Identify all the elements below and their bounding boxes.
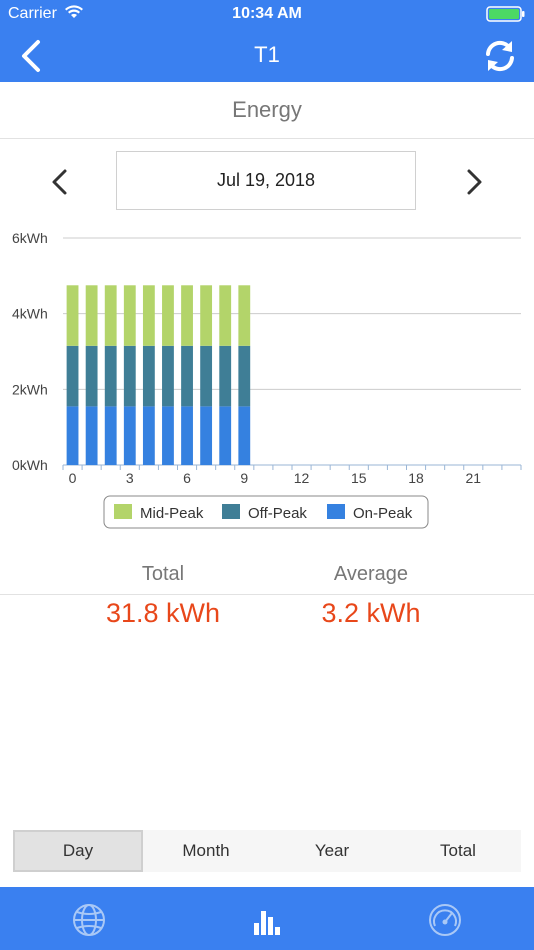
- average-value: 3.2 kWh: [321, 598, 421, 628]
- x-tick-label: 12: [294, 470, 310, 486]
- legend-label: Off-Peak: [248, 505, 307, 522]
- bar-off-peak: [219, 345, 232, 407]
- legend-swatch: [222, 504, 240, 519]
- bar-mid-peak: [238, 285, 251, 346]
- x-tick-label: 3: [126, 470, 134, 486]
- bar-on-peak: [219, 406, 232, 465]
- tab-bar: [0, 887, 534, 950]
- y-tick-label: 0kWh: [12, 457, 48, 473]
- legend-label: Mid-Peak: [140, 505, 204, 522]
- bar-on-peak: [104, 406, 117, 465]
- section-title: Energy: [0, 82, 534, 139]
- clock: 10:34 AM: [232, 5, 302, 22]
- legend-swatch: [327, 504, 345, 519]
- bar-on-peak: [85, 406, 98, 465]
- bar-on-peak: [162, 406, 174, 465]
- total-label: Total: [141, 563, 185, 585]
- x-tick-label: 21: [466, 470, 482, 486]
- x-tick-label: 9: [240, 470, 248, 486]
- bar-off-peak: [85, 345, 98, 407]
- x-tick-label: 15: [351, 470, 367, 486]
- bar-on-peak: [123, 406, 136, 465]
- nav-bar: T1: [0, 28, 534, 82]
- energy-chart: 0kWh 2kWh 4kWh 6kWh 0 3 6 9 12 15 18 21 Mid-Peak Off-…: [12, 230, 522, 529]
- segment-total[interactable]: Total: [395, 830, 521, 872]
- x-tick-label: 6: [183, 470, 191, 486]
- bar-on-peak: [238, 406, 251, 465]
- bar-on-peak: [142, 406, 155, 465]
- bar-chart-icon[interactable]: [248, 901, 286, 939]
- average-label: Average: [333, 563, 409, 585]
- segment-year[interactable]: Year: [269, 830, 395, 872]
- bar-mid-peak: [181, 285, 193, 346]
- bar-off-peak: [162, 345, 174, 407]
- bar-off-peak: [142, 345, 155, 407]
- y-tick-label: 6kWh: [12, 230, 48, 246]
- chart-legend: Mid-Peak Off-Peak On-Peak: [103, 495, 429, 529]
- bar-mid-peak: [200, 285, 213, 346]
- next-date-button[interactable]: [458, 166, 490, 198]
- stats-divider: [0, 594, 534, 595]
- bar-off-peak: [181, 345, 193, 407]
- bar-off-peak: [66, 345, 79, 407]
- y-tick-label: 4kWh: [12, 306, 48, 322]
- bar-off-peak: [123, 345, 136, 407]
- status-bar: Carrier 10:34 AM: [0, 0, 534, 28]
- legend-label: On-Peak: [353, 505, 413, 522]
- bar-on-peak: [181, 406, 193, 465]
- bar-mid-peak: [85, 285, 98, 346]
- total-value: 31.8 kWh: [105, 598, 221, 628]
- date-selector[interactable]: Jul 19, 2018: [116, 151, 416, 210]
- bar-off-peak: [200, 345, 213, 407]
- bar-off-peak: [104, 345, 117, 407]
- x-tick-label: 18: [408, 470, 424, 486]
- page-title: T1: [254, 42, 280, 67]
- refresh-button[interactable]: [482, 38, 518, 74]
- bar-mid-peak: [123, 285, 136, 346]
- legend-swatch: [114, 504, 132, 519]
- bar-on-peak: [200, 406, 213, 465]
- bar-mid-peak: [66, 285, 79, 346]
- gauge-icon[interactable]: [426, 901, 464, 939]
- bar-mid-peak: [142, 285, 155, 346]
- bar-on-peak: [66, 406, 79, 465]
- previous-date-button[interactable]: [44, 166, 76, 198]
- battery-icon: [486, 6, 525, 22]
- bar-mid-peak: [162, 285, 174, 346]
- bar-off-peak: [238, 345, 251, 407]
- y-tick-label: 2kWh: [12, 381, 48, 397]
- globe-icon[interactable]: [70, 901, 108, 939]
- segment-day[interactable]: Day: [13, 830, 143, 872]
- bar-mid-peak: [219, 285, 232, 346]
- period-segmented-control: Day Month Year Total: [13, 830, 521, 872]
- x-tick-label: 0: [69, 470, 77, 486]
- bar-mid-peak: [104, 285, 117, 346]
- segment-month[interactable]: Month: [143, 830, 269, 872]
